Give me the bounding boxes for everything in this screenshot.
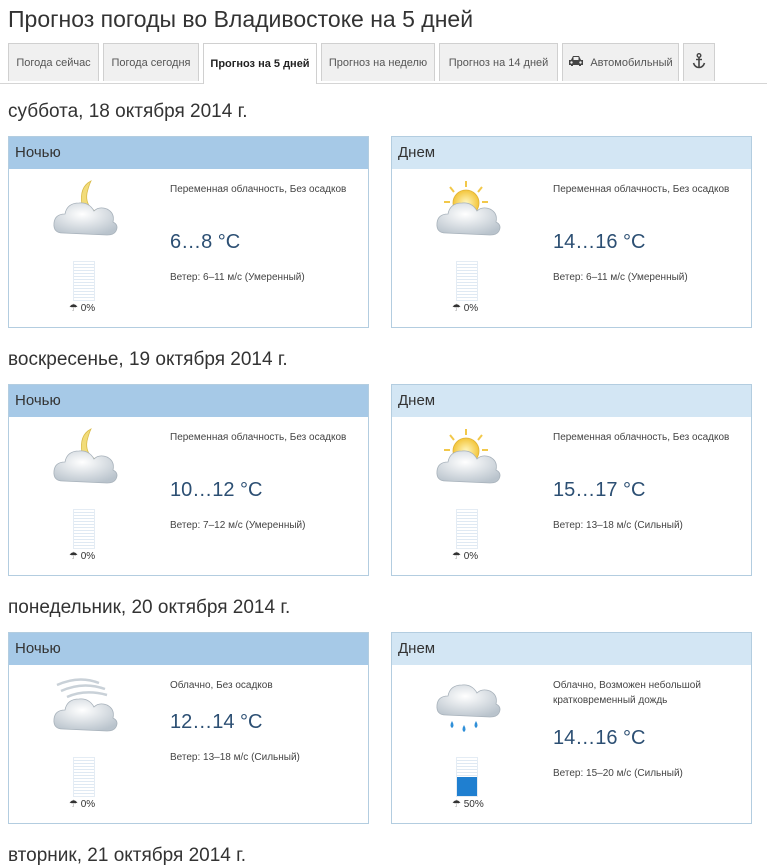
temperature: 15…17 °C [553,479,646,501]
umbrella-icon: ☂ [69,303,78,314]
tab-label: Погода сейчас [16,56,91,69]
weather-description: Переменная облачность, Без осадков [170,432,347,443]
weather-description: Переменная облачность, Без осадков [170,184,347,195]
precipitation-percent: 0% [80,799,96,810]
temperature: 10…12 °C [170,479,263,501]
precipitation-fill [457,777,477,796]
umbrella-icon: ☂ [452,551,461,562]
precipitation-percent: 0% [80,303,96,314]
temperature: 6…8 °C [170,231,241,253]
card-header: Днем [392,137,751,169]
moon-cloud-icon [49,175,119,243]
temperature: 14…16 °C [553,727,646,749]
day-card: Днем Переменная облачность, Без осадков … [391,136,752,328]
anchor-icon [692,53,706,72]
tab-label: Прогноз на неделю [328,56,428,69]
tab-weather-today[interactable]: Погода сегодня [103,43,199,81]
car-icon [568,55,584,70]
temperature: 14…16 °C [553,231,646,253]
tab-label: Погода сегодня [111,56,191,69]
precipitation-percent: 50% [463,799,484,810]
wind-info: Ветер: 15–20 м/с (Сильный) [553,768,683,779]
tab-automobile[interactable]: Автомобильный [562,43,679,81]
day-card: Днем Облачно, Возможен небольшой кратков… [391,632,752,824]
wind-info: Ветер: 6–11 м/с (Умеренный) [553,272,688,283]
tab-forecast-week[interactable]: Прогноз на неделю [321,43,435,81]
page-title: Прогноз погоды во Владивостоке на 5 дней [8,6,474,32]
night-card: Ночью Переменная облачность, Без осадков… [8,384,369,576]
precipitation-bar [73,509,95,549]
night-card: Ночью Облачно, Без осадков 12…14 °C Вете… [8,632,369,824]
weather-description: Переменная облачность, Без осадков [553,184,730,195]
day-title: понедельник, 20 октября 2014 г. [8,597,291,618]
wind-info: Ветер: 13–18 м/с (Сильный) [170,752,300,763]
weather-description: Облачно, Возможен небольшой кратковремен… [553,680,701,706]
wind-info: Ветер: 13–18 м/с (Сильный) [553,520,683,531]
wind-info: Ветер: 6–11 м/с (Умеренный) [170,272,305,283]
wind-info: Ветер: 7–12 м/с (Умеренный) [170,520,306,531]
tab-weather-now[interactable]: Погода сейчас [8,43,99,81]
umbrella-icon: ☂ [452,799,461,810]
umbrella-icon: ☂ [452,303,461,314]
card-header: Ночью [9,633,368,665]
cloud-wind-icon [49,671,119,739]
precipitation-bar [456,261,478,301]
umbrella-icon: ☂ [69,799,78,810]
tab-label: Прогноз на 5 дней [210,58,310,70]
precipitation-percent: 0% [463,303,479,314]
day-title: суббота, 18 октября 2014 г. [8,101,248,122]
sun-cloud-icon [432,423,502,491]
precipitation-percent: 0% [463,551,479,562]
rain-cloud-icon [432,671,502,739]
precipitation-value: ☂ 0% [69,303,95,314]
precipitation-value: ☂ 0% [452,551,478,562]
precipitation-value: ☂ 0% [69,551,95,562]
tab-marine[interactable] [683,43,715,81]
tab-label: Прогноз на 14 дней [448,56,549,69]
precipitation-value: ☂ 50% [452,799,484,810]
precipitation-bar [456,509,478,549]
precipitation-value: ☂ 0% [452,303,478,314]
precipitation-value: ☂ 0% [69,799,95,810]
day-title: вторник, 21 октября 2014 г. [8,845,247,866]
tab-bar: Погода сейчас Погода сегодня Прогноз на … [0,41,767,84]
tab-forecast-5-days[interactable]: Прогноз на 5 дней [203,43,317,84]
card-header: Днем [392,385,751,417]
sun-cloud-icon [432,175,502,243]
moon-cloud-icon [49,423,119,491]
card-header: Ночью [9,385,368,417]
umbrella-icon: ☂ [69,551,78,562]
card-header: Ночью [9,137,368,169]
tab-forecast-14-days[interactable]: Прогноз на 14 дней [439,43,558,81]
tab-label: Автомобильный [590,56,673,69]
precipitation-bar [73,261,95,301]
precipitation-bar [73,757,95,797]
weather-description: Облачно, Без осадков [170,680,273,691]
day-title: воскресенье, 19 октября 2014 г. [8,349,288,370]
weather-description: Переменная облачность, Без осадков [553,432,730,443]
night-card: Ночью Переменная облачность, Без осадков… [8,136,369,328]
day-card: Днем Переменная облачность, Без осадков … [391,384,752,576]
temperature: 12…14 °C [170,711,263,733]
precipitation-bar [456,757,478,797]
precipitation-percent: 0% [80,551,96,562]
card-header: Днем [392,633,751,665]
